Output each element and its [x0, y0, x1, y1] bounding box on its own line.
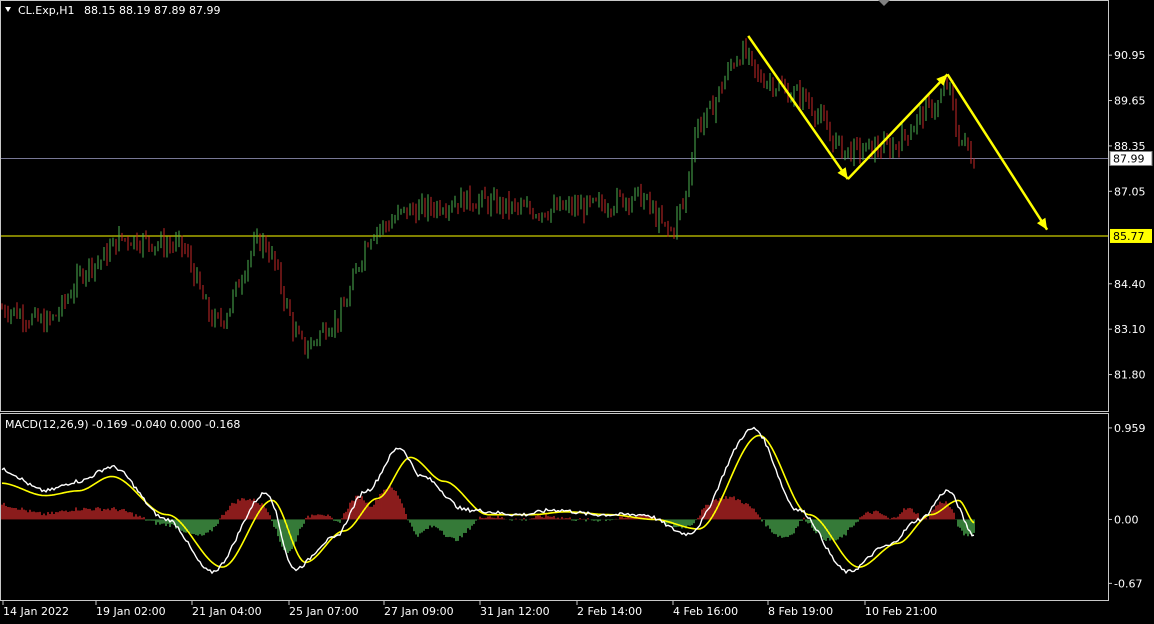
- trading-chart[interactable]: 90.95 89.65 88.35 87.05 85.77 84.40 83.10 81.80…: [0, 0, 1154, 620]
- time-tick-label: 2 Feb 14:00: [577, 605, 642, 618]
- time-tick-label: 10 Feb 21:00: [865, 605, 937, 618]
- time-tick-label: 25 Jan 07:00: [289, 605, 359, 618]
- current-price-label: 87.99: [1113, 152, 1145, 165]
- macd-tick-label: -0.67: [1114, 577, 1142, 590]
- price-tick-label: 88.35: [1114, 140, 1146, 153]
- price-tick-label: 81.80: [1114, 369, 1146, 382]
- support-price-label: 85.77: [1113, 230, 1145, 243]
- macd-tick-label: 0.00: [1114, 513, 1139, 526]
- time-tick-label: 19 Jan 02:00: [96, 605, 166, 618]
- symbol-label: CL.Exp,H1: [18, 4, 75, 17]
- price-tick-label: 84.40: [1114, 278, 1146, 291]
- time-tick-label: 27 Jan 09:00: [384, 605, 454, 618]
- chart-background: [0, 0, 1154, 620]
- price-tick-label: 87.05: [1114, 185, 1146, 198]
- time-tick-label: 31 Jan 12:00: [480, 605, 550, 618]
- time-tick-label: 14 Jan 2022: [3, 605, 69, 618]
- macd-tick-label: 0.959: [1114, 422, 1146, 435]
- price-tick-label: 83.10: [1114, 323, 1146, 336]
- time-tick-label: 21 Jan 04:00: [192, 605, 262, 618]
- macd-header: MACD(12,26,9) -0.169 -0.040 0.000 -0.168: [5, 418, 240, 431]
- time-tick-label: 8 Feb 19:00: [768, 605, 833, 618]
- ohlc-values: 88.15 88.19 87.89 87.99: [84, 4, 220, 17]
- price-tick-label: 90.95: [1114, 49, 1146, 62]
- price-tick-label: 89.65: [1114, 95, 1146, 108]
- time-tick-label: 4 Feb 16:00: [673, 605, 738, 618]
